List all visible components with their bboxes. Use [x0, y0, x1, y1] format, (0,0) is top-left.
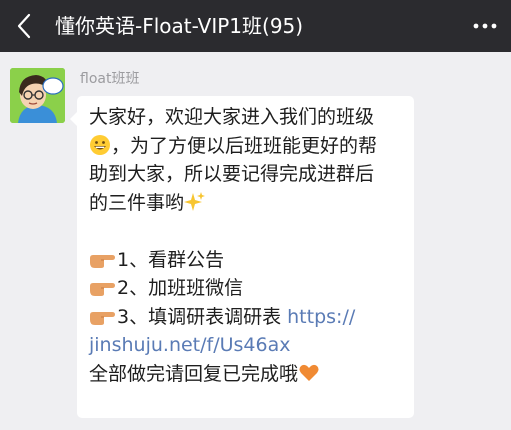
back-button[interactable] [4, 6, 44, 46]
pointing-hand-icon [90, 311, 115, 325]
message-line: 助到大家，所以要记得完成进群后 [89, 163, 375, 185]
more-button[interactable] [465, 6, 505, 46]
message-line: 1、看群公告 [89, 246, 402, 275]
message-line-text: 3、填调研表调研表 [117, 305, 288, 328]
sender-name: float班班 [80, 71, 140, 87]
pointing-hand-icon [90, 283, 115, 296]
grinning-face-icon [90, 134, 110, 155]
message-line-text: 的三件事哟 [89, 191, 185, 214]
message-line: 2、加班班微信 [89, 274, 402, 303]
message-bubble[interactable]: 大家好，欢迎大家进入我们的班级 ，为了方便以后班班能更好的帮 助到大家，所以要记… [70, 96, 414, 418]
survey-link-part1[interactable]: https:// [287, 306, 355, 328]
message-text: 大家好，欢迎大家进入我们的班级 ，为了方便以后班班能更好的帮 助到大家，所以要记… [89, 103, 402, 388]
cartoon-avatar-icon [10, 68, 65, 123]
sender-avatar[interactable] [10, 68, 65, 123]
chat-header: 懂你英语-Float-VIP1班(95) [0, 0, 511, 52]
message-line: 大家好，欢迎大家进入我们的班级 [89, 106, 375, 128]
message-line: 全部做完请回复已完成哦 [89, 360, 402, 389]
back-arrow-icon [17, 13, 31, 39]
message-line-text: 全部做完请回复已完成哦 [89, 362, 299, 385]
sparkles-icon [184, 191, 206, 211]
pointing-hand-icon [90, 254, 115, 268]
orange-heart-icon [299, 364, 319, 381]
message-line-text: 2、加班班微信 [117, 277, 244, 299]
chat-title: 懂你英语-Float-VIP1班(95) [55, 14, 304, 38]
message-line: 3、填调研表调研表 https:// [89, 303, 402, 332]
survey-link-part2[interactable]: jinshuju.net/f/Us46ax [89, 334, 291, 356]
more-dots-icon [473, 23, 497, 29]
message-line: jinshuju.net/f/Us46ax [89, 331, 402, 360]
message-line: ，为了方便以后班班能更好的帮 [89, 132, 402, 161]
message-line-text: ，为了方便以后班班能更好的帮 [111, 134, 378, 157]
message-line-text: 1、看群公告 [117, 248, 225, 271]
message-line: 的三件事哟 [89, 189, 402, 218]
